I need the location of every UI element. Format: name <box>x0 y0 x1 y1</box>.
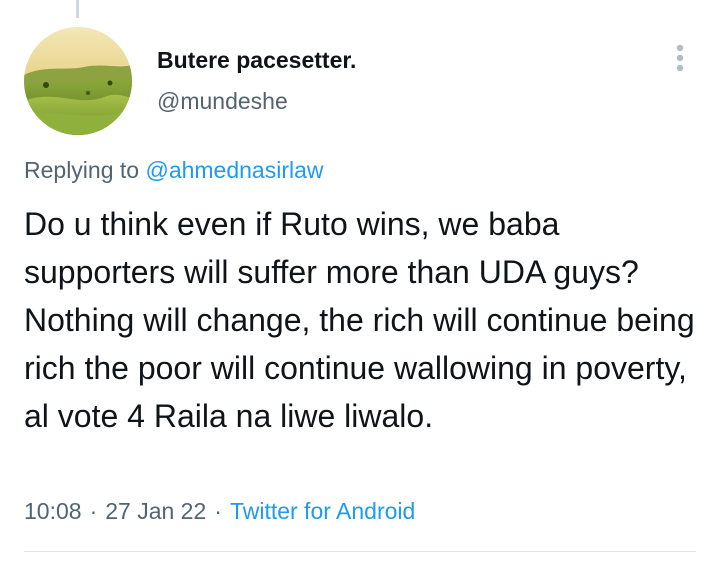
replying-to-mention-link[interactable]: @ahmednasirlaw <box>145 157 323 183</box>
tweet-time[interactable]: 10:08 <box>24 498 82 524</box>
vertical-ellipsis-icon <box>676 44 684 72</box>
meta-separator: · <box>214 498 222 524</box>
author-display-name[interactable]: Butere pacesetter. <box>157 47 356 74</box>
tweet-source-link[interactable]: Twitter for Android <box>230 498 415 524</box>
meta-separator: · <box>89 498 98 524</box>
tweet-metadata: 10:08 · 27 Jan 22 · Twitter for Android <box>24 498 415 525</box>
tweet-date[interactable]: 27 Jan 22 <box>105 498 206 524</box>
avatar[interactable] <box>24 27 132 135</box>
author-handle[interactable]: @mundeshe <box>157 88 288 115</box>
more-options-button[interactable] <box>662 40 698 76</box>
replying-to-line: Replying to @ahmednasirlaw <box>24 157 324 184</box>
divider <box>24 551 696 552</box>
replying-to-label: Replying to <box>24 157 140 183</box>
tweet-text: Do u think even if Ruto wins, we baba su… <box>24 206 695 434</box>
thread-connector-line <box>76 0 79 18</box>
avatar-landscape-icon <box>24 27 132 135</box>
